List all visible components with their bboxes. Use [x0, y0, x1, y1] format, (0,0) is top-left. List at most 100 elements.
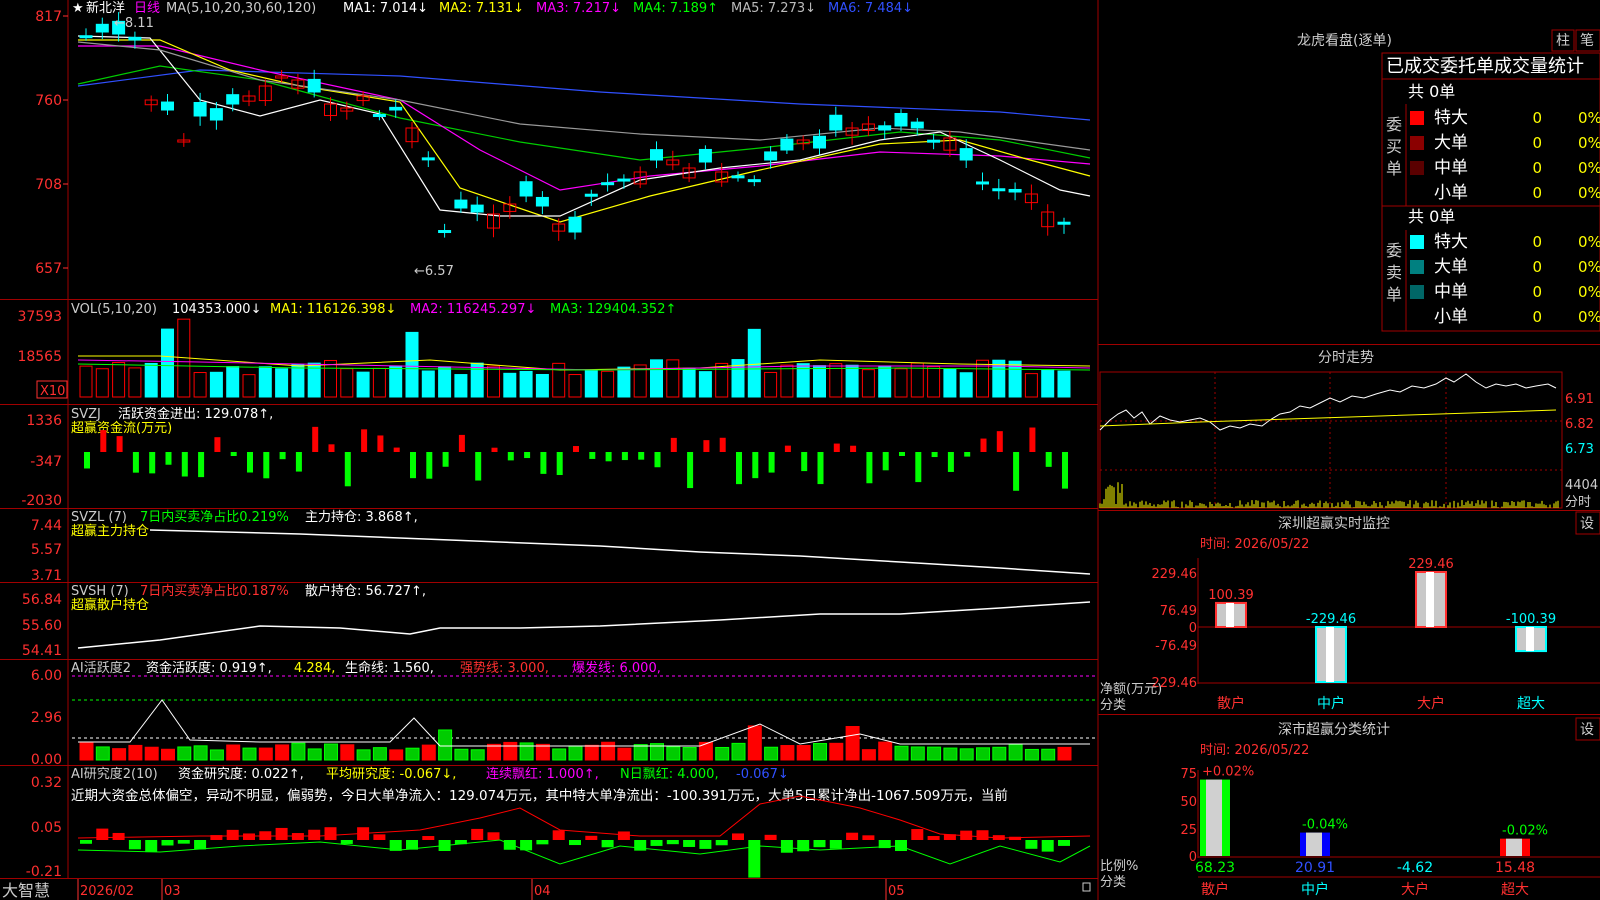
ai-research-tick: -0.21: [26, 864, 62, 880]
activity-bar: [976, 747, 990, 761]
row-pct: 0%: [1578, 283, 1600, 301]
research-bar: [764, 834, 777, 840]
row-count: 0: [1532, 308, 1542, 326]
flow-bar: [247, 452, 253, 473]
row-pct: 0%: [1578, 233, 1600, 251]
vol-tick: 18565: [17, 349, 62, 365]
flow-bar: [181, 452, 188, 477]
price-tick: 657: [35, 261, 62, 277]
flow-bar: [279, 452, 286, 460]
research-bar: [340, 840, 353, 844]
activity-bar: [861, 749, 876, 761]
sz-monitor-title: 深圳超赢实时监控: [1278, 515, 1390, 532]
volume-bar: [764, 371, 778, 398]
date-tick: 03: [164, 884, 181, 899]
flow-bar: [736, 452, 742, 485]
intraday-volume-bars: [1099, 482, 1559, 508]
ai-research-nval: -0.067↓: [736, 767, 789, 782]
volume-bar: [894, 368, 908, 398]
research-bar: [194, 840, 207, 850]
svsh-hold: 散户持仓: 56.727↑,: [305, 583, 426, 599]
research-bar: [666, 840, 679, 845]
candle-body: [209, 108, 223, 121]
volume-bar: [845, 364, 859, 398]
candle-body: [601, 182, 615, 186]
flow-bar: [475, 452, 482, 481]
flow-bar: [915, 452, 922, 483]
flow-bar: [1013, 452, 1020, 491]
research-bar: [650, 840, 663, 846]
flow-bar: [377, 435, 384, 452]
ai-active-burst: 爆发线: 6.000,: [572, 660, 661, 676]
svzl-hold: 主力持仓: 3.868↑,: [305, 510, 418, 525]
favorite-star-icon[interactable]: ★: [72, 1, 84, 16]
activity-bar: [731, 742, 746, 761]
flow-bar: [573, 446, 579, 452]
research-bar: [324, 827, 337, 840]
class-bar-highlight: [1306, 832, 1322, 856]
sz-class-bars: +0.02% 68.23 散户 -0.04% 20.91 中户 -4.62 大户 -0.02% 1…: [1195, 765, 1548, 898]
flow-bar: [312, 426, 319, 452]
activity-bar: [177, 746, 192, 761]
candle-body: [372, 114, 386, 118]
svsh-tick: 54.41: [22, 643, 62, 659]
flow-bar: [1045, 452, 1052, 467]
activity-bar: [878, 741, 893, 761]
volume-bar: [242, 374, 256, 398]
row-pct: 0%: [1578, 134, 1600, 152]
volume-bar: [438, 366, 452, 398]
volume-bar: [698, 371, 712, 398]
class-tick: 25: [1180, 823, 1197, 838]
vol-ma1: MA1: 116126.398↓: [270, 302, 396, 317]
svsh-tick: 56.84: [22, 592, 62, 608]
price-tick: 708: [35, 177, 62, 193]
monitor-bar-highlight: [1326, 627, 1334, 682]
lock-icon[interactable]: [1082, 882, 1091, 892]
monitor-category: 大户: [1417, 695, 1445, 712]
activity-bar: [389, 749, 404, 761]
volume-bars: [79, 318, 1071, 398]
svsh-header: SVSH (7) 7日内买卖净占比0.187% 散户持仓: 56.727↑, 超…: [71, 583, 426, 613]
row-pct: 0%: [1578, 184, 1600, 202]
candle-body: [95, 23, 109, 33]
research-bar: [552, 830, 565, 840]
row-count: 0: [1532, 283, 1542, 301]
svzj-tick: 1336: [26, 413, 62, 429]
ai-research-tick: 0.05: [31, 820, 62, 836]
price-axis: 817 760 708 657: [35, 9, 62, 277]
activity-bar: [1008, 744, 1023, 761]
research-bar: [569, 840, 581, 846]
activity-bar: [894, 745, 909, 761]
ai-active-tick: 2.96: [31, 710, 62, 726]
ai-active-life: 生命线: 1.560,: [345, 660, 434, 676]
activity-bar: [487, 743, 501, 761]
candle-body: [698, 148, 712, 163]
flow-bar: [344, 452, 351, 487]
flow-bar: [426, 452, 433, 479]
sz-tick: 0: [1189, 621, 1197, 636]
class-bar-highlight: [1506, 838, 1522, 856]
volume-bar: [421, 370, 435, 398]
flow-bar: [833, 443, 840, 452]
row-name: 小单: [1434, 183, 1468, 203]
high-mark: ←8.11: [114, 16, 154, 31]
flow-bar: [931, 452, 938, 458]
sz-monitor-panel: 深圳超赢实时监控 设 时间: 2026/05/22 229.46 76.49 0…: [1100, 511, 1600, 713]
period-label[interactable]: 日线: [134, 1, 160, 16]
research-bar: [112, 832, 125, 840]
svsh-sub: 超赢散户持仓: [71, 597, 149, 613]
activity-bar: [128, 744, 143, 761]
svzj-tick: -2030: [21, 493, 62, 509]
research-bar: [161, 840, 174, 846]
activity-bar: [258, 747, 273, 761]
volume-bar: [112, 361, 126, 398]
ai-active-tick: 6.00: [31, 668, 62, 684]
candle-body: [128, 36, 142, 41]
intraday-tick: 6.91: [1565, 392, 1594, 407]
row-color-swatch: [1410, 285, 1424, 299]
vol-tick: 37593: [17, 309, 62, 325]
flow-bar: [230, 452, 237, 457]
svzl-header: SVZL (7) 7日内买卖净占比0.219% 主力持仓: 3.868↑, 超赢…: [71, 509, 418, 539]
candle-body: [584, 193, 598, 197]
row-name: 小单: [1434, 307, 1468, 327]
